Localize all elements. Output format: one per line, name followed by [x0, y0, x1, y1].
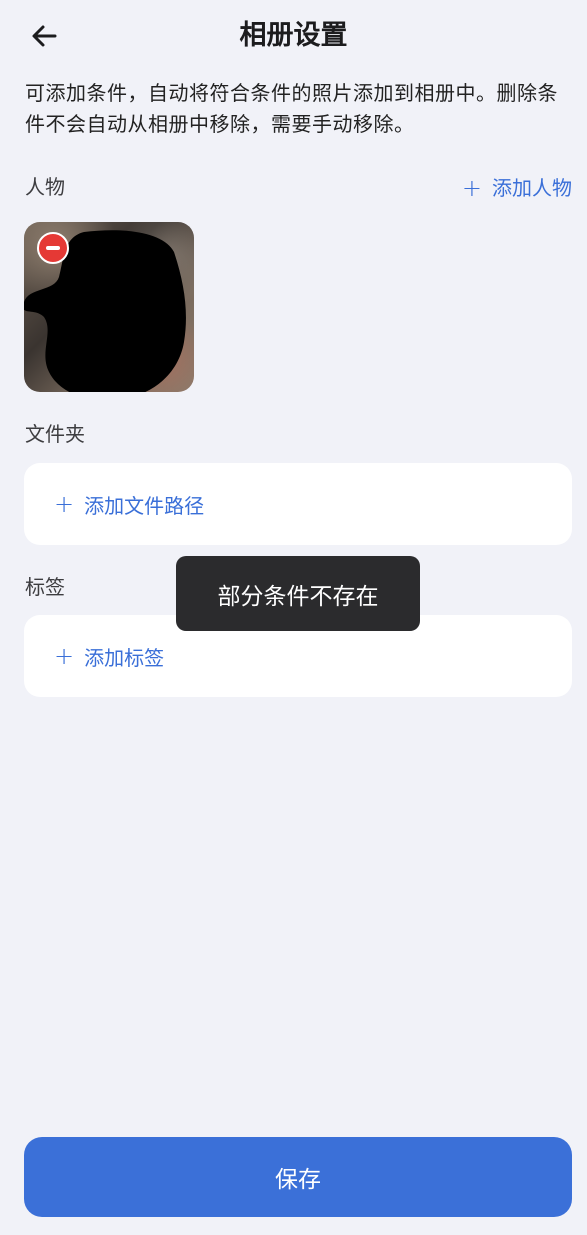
remove-icon — [46, 246, 60, 250]
section-label-folder: 文件夹 — [25, 422, 85, 446]
plus-icon: + — [461, 174, 482, 202]
section-label-people: 人物 — [25, 175, 65, 199]
add-tag-label: 添加标签 — [84, 645, 165, 670]
header-bar: 相册设置 — [0, 0, 587, 72]
description-text: 可添加条件，自动将符合条件的照片添加到相册中。删除条件不会自动从相册中移除，需要… — [25, 81, 558, 136]
remove-person-button[interactable] — [37, 232, 69, 264]
page-title: 相册设置 — [239, 20, 348, 51]
add-folder-card[interactable]: + 添加文件路径 — [24, 463, 572, 545]
add-person-button[interactable]: + 添加人物 — [462, 173, 572, 203]
toast-message: 部分条件不存在 — [176, 556, 420, 631]
plus-icon: + — [54, 490, 75, 518]
save-button[interactable]: 保存 — [24, 1137, 572, 1217]
plus-icon: + — [54, 642, 75, 670]
add-folder-label: 添加文件路径 — [84, 493, 205, 518]
section-label-tags: 标签 — [25, 575, 65, 599]
add-person-label: 添加人物 — [492, 176, 572, 200]
